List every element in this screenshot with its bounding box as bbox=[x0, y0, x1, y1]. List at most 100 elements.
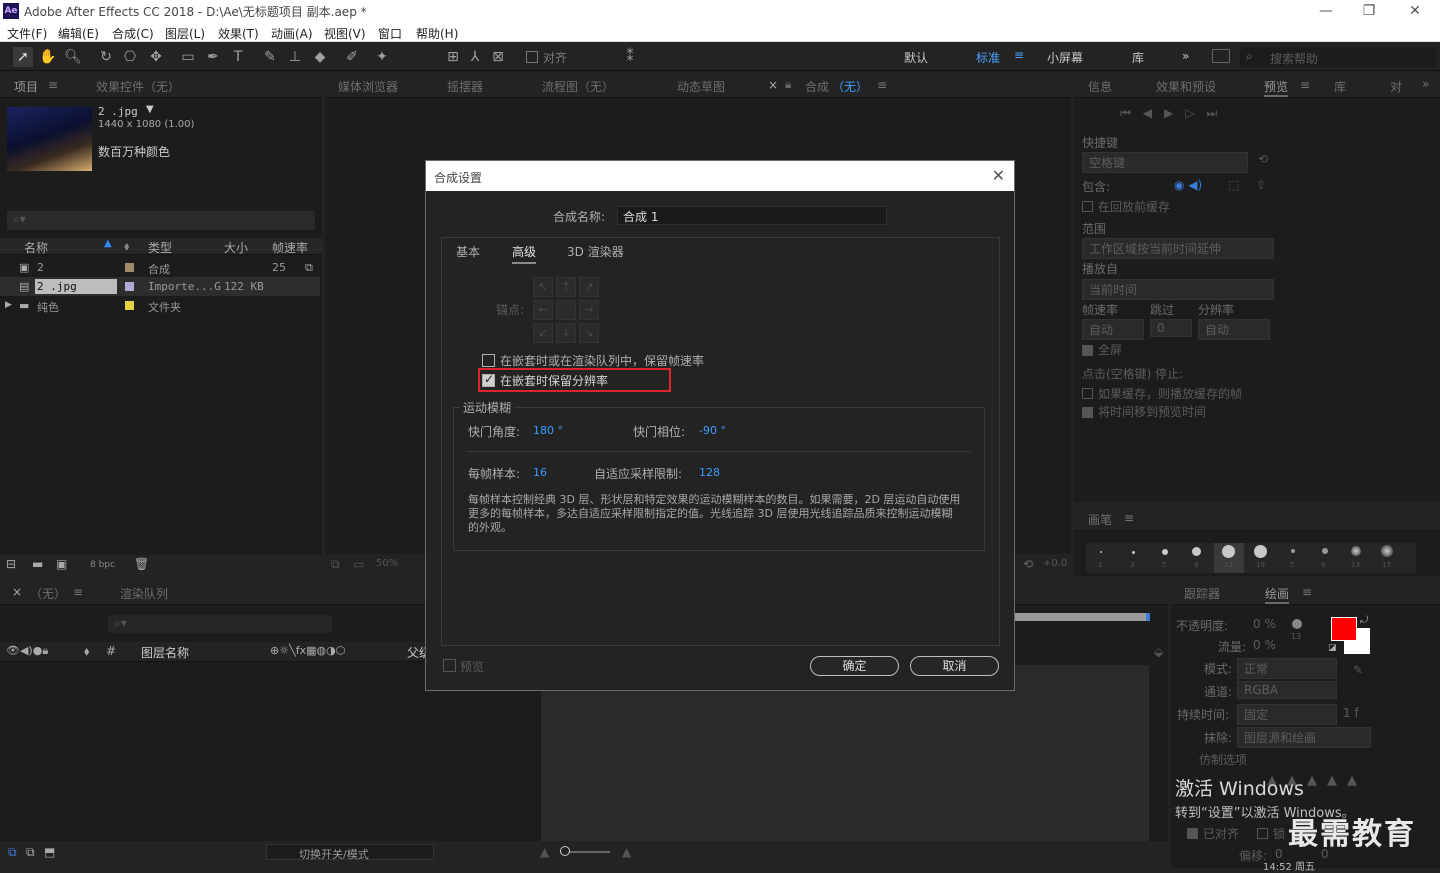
menu-effect[interactable]: 效果(T) bbox=[218, 25, 259, 42]
text-tool-icon[interactable]: T bbox=[228, 47, 248, 67]
samples-per-frame-value[interactable]: 16 bbox=[533, 466, 547, 479]
close-tab-icon[interactable]: × bbox=[768, 78, 778, 92]
asset-dropdown-icon[interactable]: ▼ bbox=[146, 104, 154, 115]
channel-select[interactable]: RGBA bbox=[1237, 681, 1337, 699]
tab-brushes[interactable]: 画笔 bbox=[1088, 511, 1112, 528]
panel-menu-icon[interactable]: ≡ bbox=[73, 585, 83, 599]
skip-select[interactable]: 0 bbox=[1150, 319, 1192, 337]
column-fps[interactable]: 帧速率 bbox=[272, 239, 308, 256]
playback-controls[interactable]: ⏮◀▶▷⏭ bbox=[1120, 106, 1229, 121]
flow-value[interactable]: 0 % bbox=[1253, 638, 1276, 652]
tab-wiggler[interactable]: 摇摆器 bbox=[447, 78, 483, 95]
tab-effects-presets[interactable]: 效果和预设 bbox=[1156, 78, 1216, 95]
tab-advanced[interactable]: 高级 bbox=[512, 243, 537, 264]
column-name[interactable]: 名称 bbox=[24, 239, 48, 256]
label-swatch[interactable] bbox=[125, 282, 134, 291]
workspace-small-screen[interactable]: 小屏幕 bbox=[1047, 49, 1083, 66]
shortcut-select[interactable]: 空格键 bbox=[1082, 152, 1248, 173]
zoom-tool-icon[interactable]: 🔍︎ bbox=[63, 47, 83, 67]
workspace-library[interactable]: 库 bbox=[1132, 49, 1144, 66]
preview-checkbox[interactable] bbox=[443, 659, 456, 672]
graph-editor-icon[interactable]: ⬒ bbox=[44, 845, 55, 859]
export-icon[interactable]: ⇪ bbox=[1256, 178, 1266, 192]
hand-tool-icon[interactable]: ✋ bbox=[38, 47, 58, 67]
preserve-frame-rate-checkbox[interactable] bbox=[482, 354, 495, 367]
adaptive-sample-limit-value[interactable]: 128 bbox=[699, 466, 720, 479]
shutter-phase-value[interactable]: -90 ° bbox=[699, 424, 726, 437]
anchor-bottom[interactable]: ↓ bbox=[556, 323, 576, 343]
anchor-top-left[interactable]: ↖ bbox=[533, 277, 553, 297]
include-overlay-icon[interactable]: ⬚ bbox=[1228, 178, 1239, 192]
preserve-resolution-checkbox[interactable] bbox=[482, 372, 495, 387]
time-navigator-icon[interactable]: ⬙ bbox=[1154, 645, 1163, 659]
label-swatch[interactable] bbox=[125, 301, 134, 310]
menu-animation[interactable]: 动画(A) bbox=[271, 25, 313, 42]
anchor-right[interactable]: → bbox=[579, 300, 599, 320]
puppet-pin-tool-icon[interactable]: ✦ bbox=[372, 47, 392, 67]
roto-brush-tool-icon[interactable]: ✐ bbox=[342, 47, 362, 67]
default-colors-icon[interactable]: ◪ bbox=[1328, 643, 1337, 653]
pen-tool-icon[interactable]: ✒ bbox=[203, 47, 223, 67]
project-item-row[interactable]: ▤ 2 .jpg Importe...G 122 KB bbox=[0, 277, 320, 296]
reset-icon[interactable]: ⟲ bbox=[1258, 152, 1268, 166]
swap-colors-icon[interactable]: ⤾ bbox=[1360, 615, 1368, 626]
tab-preview[interactable]: 预览 bbox=[1264, 78, 1289, 97]
flowchart-icon[interactable]: ⧉ bbox=[305, 261, 313, 275]
clone-stamp-tool-icon[interactable]: ⊥ bbox=[285, 47, 305, 67]
zoom-out-icon[interactable]: ▲ bbox=[540, 845, 549, 859]
menu-layer[interactable]: 图层(L) bbox=[165, 25, 205, 42]
label-column-icon[interactable]: ⬧ bbox=[124, 239, 129, 254]
menu-composition[interactable]: 合成(C) bbox=[112, 25, 154, 42]
lock-source-checkbox[interactable] bbox=[1257, 826, 1268, 840]
foreground-color-swatch[interactable] bbox=[1331, 617, 1357, 641]
move-time-checkbox[interactable] bbox=[1082, 405, 1093, 419]
label-swatch[interactable] bbox=[125, 263, 134, 272]
eraser-tool-icon[interactable]: ◆ bbox=[310, 47, 330, 67]
anchor-left[interactable]: ← bbox=[533, 300, 553, 320]
minimize-button[interactable]: — bbox=[1312, 2, 1340, 20]
anchor-top-right[interactable]: ↗ bbox=[579, 277, 599, 297]
project-item-row[interactable]: ▣ 2 合成 25 ⧉ bbox=[0, 258, 320, 277]
zoom-in-icon[interactable]: ▲ bbox=[622, 845, 631, 859]
tab-basic[interactable]: 基本 bbox=[456, 243, 480, 260]
exposure-value[interactable]: +0.0 bbox=[1043, 558, 1067, 569]
composition-name-input[interactable]: 合成 1 bbox=[617, 206, 887, 225]
layer-name-column[interactable]: 图层名称 bbox=[141, 644, 189, 661]
timeline-search-input[interactable]: ⌕▾ bbox=[108, 615, 332, 633]
layer-switches-icons[interactable]: ⊕☼╲fx▦◍◑⬡ bbox=[270, 644, 345, 657]
menu-edit[interactable]: 编辑(E) bbox=[58, 25, 99, 42]
ok-button[interactable]: 确定 bbox=[810, 656, 899, 676]
folder-expand-icon[interactable]: ▶ bbox=[5, 300, 12, 310]
tab-paint[interactable]: 绘画 bbox=[1265, 585, 1290, 604]
dialog-close-icon[interactable]: ✕ bbox=[992, 166, 1005, 185]
snap-checkbox[interactable] bbox=[526, 51, 538, 63]
restore-button[interactable]: ❐ bbox=[1355, 2, 1383, 20]
rectangle-tool-icon[interactable]: ▭ bbox=[178, 47, 198, 67]
selection-tool-icon[interactable]: ➚ bbox=[13, 47, 33, 67]
always-preview-icon[interactable]: ⧉ bbox=[331, 557, 340, 572]
tab-composition[interactable]: 合成 bbox=[805, 78, 829, 95]
column-type[interactable]: 类型 bbox=[148, 239, 172, 256]
tab-effect-controls[interactable]: 效果控件（无） bbox=[96, 78, 180, 95]
menu-view[interactable]: 视图(V) bbox=[324, 25, 366, 42]
composition-name[interactable]: （无） bbox=[832, 78, 868, 95]
duration-frames[interactable]: 1 f bbox=[1343, 706, 1359, 720]
close-window-button[interactable]: ✕ bbox=[1401, 2, 1429, 20]
av-switches-icons[interactable]: 👁︎◀)●🔒︎ bbox=[6, 644, 48, 658]
cache-before-playback-checkbox[interactable] bbox=[1082, 199, 1093, 213]
label-column-icon[interactable]: ⬧ bbox=[84, 644, 89, 659]
interpret-footage-icon[interactable]: ⊟ bbox=[6, 557, 16, 571]
tab-3d-renderer[interactable]: 3D 渲染器 bbox=[567, 243, 624, 260]
tab-render-queue[interactable]: 渲染队列 bbox=[120, 585, 168, 602]
brush-tip-grid[interactable]: 1 3 5 9 13 19 5 9 13 17 bbox=[1086, 543, 1416, 573]
help-search-input[interactable]: 搜索帮助 bbox=[1270, 50, 1318, 67]
workspace-standard[interactable]: 标准 bbox=[976, 49, 1000, 66]
opacity-value[interactable]: 0 % bbox=[1253, 617, 1276, 631]
anchor-top[interactable]: ↑ bbox=[556, 277, 576, 297]
menu-file[interactable]: 文件(F) bbox=[7, 25, 47, 42]
sync-settings-icon[interactable] bbox=[1212, 49, 1230, 63]
work-area-bar[interactable] bbox=[1014, 613, 1150, 621]
panel-menu-icon[interactable]: ≡ bbox=[48, 78, 58, 92]
bit-depth[interactable]: 8 bpc bbox=[90, 560, 115, 570]
anchor-bottom-left[interactable]: ↙ bbox=[533, 323, 553, 343]
